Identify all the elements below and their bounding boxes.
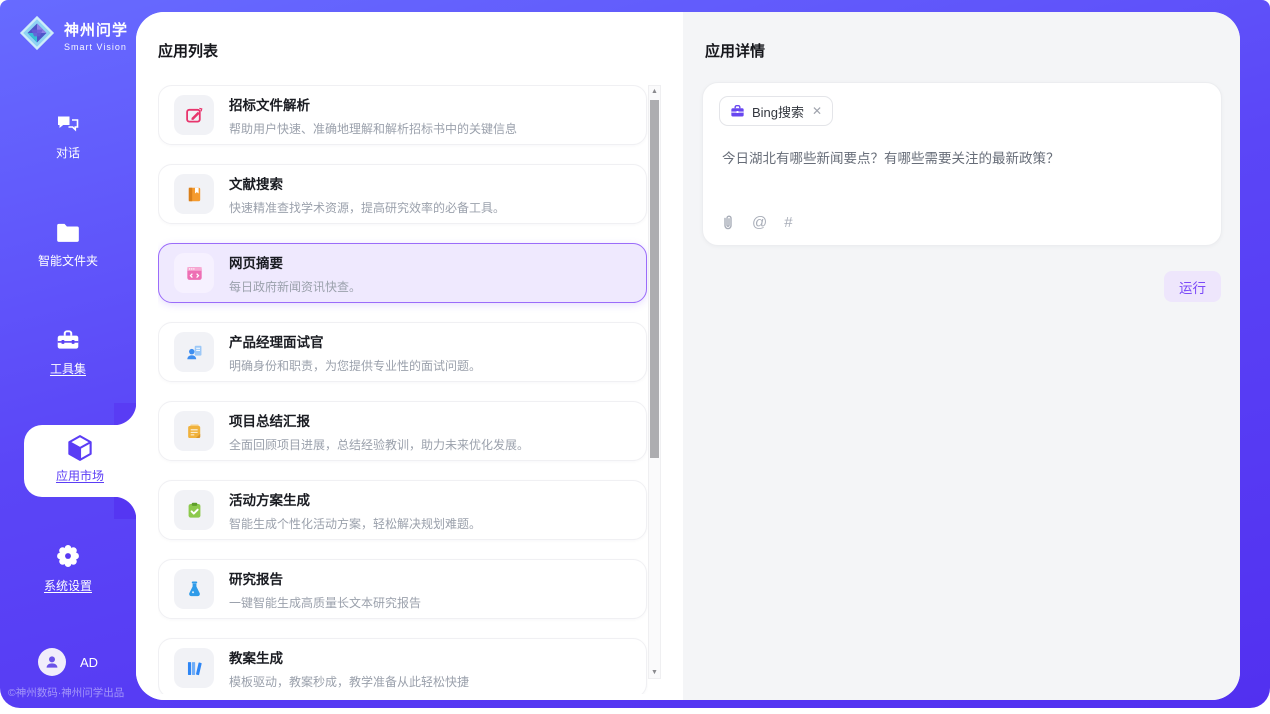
app-list-scrollbar[interactable]: ▲ ▼ [648, 85, 661, 679]
app-logo: 神州问学 Smart Vision [18, 14, 128, 57]
app-list-panel: 应用列表 招标文件解析 帮助用户快速、准确地理解和解析招标书中的关键信息 [136, 12, 683, 700]
sidebar-item-app-market[interactable]: 应用市场 [24, 425, 136, 497]
user-avatar-icon [38, 648, 66, 676]
flask-icon [174, 569, 214, 609]
app-window: 神州问学 Smart Vision 对话 智能文件夹 [0, 0, 1270, 714]
app-list: 招标文件解析 帮助用户快速、准确地理解和解析招标书中的关键信息 文献搜索 [158, 85, 648, 694]
app-card-desc: 智能生成个性化活动方案，轻松解决规划难题。 [229, 515, 481, 532]
run-button[interactable]: 运行 [1164, 271, 1221, 302]
user-name: AD [80, 655, 98, 670]
sidebar-item-smart-folder[interactable]: 智能文件夹 [0, 222, 136, 270]
app-card-title: 教案生成 [229, 647, 469, 667]
sidebar-item-chat[interactable]: 对话 [0, 112, 136, 162]
sidebar-item-label: 工具集 [50, 362, 86, 376]
user-account[interactable]: AD [38, 648, 98, 676]
app-card-literature-search[interactable]: 文献搜索 快速精准查找学术资源，提高研究效率的必备工具。 [158, 164, 647, 224]
sidebar-item-label: 应用市场 [56, 469, 104, 483]
sidebar: 神州问学 Smart Vision 对话 智能文件夹 [0, 0, 136, 708]
sidebar-item-settings[interactable]: 系统设置 [0, 543, 136, 595]
books-icon [174, 648, 214, 688]
book-icon [174, 174, 214, 214]
app-card-project-summary[interactable]: 项目总结汇报 全面回顾项目进展，总结经验教训，助力未来优化发展。 [158, 401, 647, 461]
pen-square-icon [174, 95, 214, 135]
app-card-desc: 每日政府新闻资讯快查。 [229, 278, 361, 295]
app-detail-title: 应用详情 [705, 40, 765, 61]
sticky-note-icon [174, 411, 214, 451]
main-content: 应用列表 招标文件解析 帮助用户快速、准确地理解和解析招标书中的关键信息 [136, 12, 1240, 700]
gear-icon [0, 543, 136, 569]
cube-icon [24, 433, 136, 463]
tag-close-icon[interactable]: ✕ [812, 104, 822, 118]
diamond-logo-icon [18, 14, 56, 57]
interviewer-icon [174, 332, 214, 372]
app-card-research-report[interactable]: 研究报告 一键智能生成高质量长文本研究报告 [158, 559, 647, 619]
mention-icon[interactable]: @ [752, 214, 767, 231]
briefcase-icon [730, 104, 745, 118]
attachment-icon[interactable] [721, 214, 735, 231]
app-card-title: 产品经理面试官 [229, 331, 481, 351]
composer-toolbar: @ # [721, 214, 793, 231]
sidebar-item-label: 对话 [56, 146, 80, 160]
app-card-desc: 模板驱动，教案秒成，教学准备从此轻松快捷 [229, 673, 469, 690]
sidebar-item-label: 系统设置 [44, 579, 92, 593]
app-card-pm-interviewer[interactable]: 产品经理面试官 明确身份和职责，为您提供专业性的面试问题。 [158, 322, 647, 382]
app-card-web-summary[interactable]: 网页摘要 每日政府新闻资讯快查。 [158, 243, 647, 303]
app-card-title: 招标文件解析 [229, 94, 517, 114]
app-detail-panel: 应用详情 Bing搜索 ✕ 今日湖北有哪些新闻要点？有哪些需要关注的最新政 [683, 12, 1240, 700]
app-card-desc: 快速精准查找学术资源，提高研究效率的必备工具。 [229, 199, 505, 216]
app-card-title: 项目总结汇报 [229, 410, 529, 430]
app-list-title: 应用列表 [158, 40, 218, 61]
toolbox-icon [0, 328, 136, 352]
topic-icon[interactable]: # [784, 214, 792, 231]
app-card-desc: 帮助用户快速、准确地理解和解析招标书中的关键信息 [229, 120, 517, 137]
app-card-desc: 明确身份和职责，为您提供专业性的面试问题。 [229, 357, 481, 374]
app-card-title: 文献搜索 [229, 173, 505, 193]
sidebar-item-toolset[interactable]: 工具集 [0, 328, 136, 378]
tab-curve-bottom [114, 497, 136, 519]
app-card-title: 活动方案生成 [229, 489, 481, 509]
app-card-event-plan[interactable]: 活动方案生成 智能生成个性化活动方案，轻松解决规划难题。 [158, 480, 647, 540]
app-card-desc: 全面回顾项目进展，总结经验教训，助力未来优化发展。 [229, 436, 529, 453]
app-card-desc: 一键智能生成高质量长文本研究报告 [229, 594, 421, 611]
app-card-title: 研究报告 [229, 568, 421, 588]
app-card-bid-analysis[interactable]: 招标文件解析 帮助用户快速、准确地理解和解析招标书中的关键信息 [158, 85, 647, 145]
app-name: 神州问学 [64, 19, 128, 40]
app-tagline: Smart Vision [64, 42, 128, 52]
tool-tag-bing-search[interactable]: Bing搜索 ✕ [719, 96, 833, 126]
folder-icon [0, 222, 136, 244]
composer-card[interactable]: Bing搜索 ✕ 今日湖北有哪些新闻要点？有哪些需要关注的最新政策？ @ # [702, 82, 1222, 246]
query-input[interactable]: 今日湖北有哪些新闻要点？有哪些需要关注的最新政策？ [722, 149, 1202, 169]
tab-curve-top [114, 403, 136, 425]
chat-icon [0, 112, 136, 136]
clipboard-check-icon [174, 490, 214, 530]
sidebar-item-label: 智能文件夹 [38, 254, 98, 268]
copyright-text: ©神州数码·神州问学出品 [8, 685, 138, 700]
scroll-up-icon[interactable]: ▲ [649, 88, 660, 95]
browser-code-icon [174, 253, 214, 293]
app-card-title: 网页摘要 [229, 252, 361, 272]
scrollbar-thumb[interactable] [650, 100, 659, 458]
tool-tag-label: Bing搜索 [752, 102, 804, 121]
app-card-lesson-plan[interactable]: 教案生成 模板驱动，教案秒成，教学准备从此轻松快捷 [158, 638, 647, 694]
scroll-down-icon[interactable]: ▼ [649, 669, 660, 676]
